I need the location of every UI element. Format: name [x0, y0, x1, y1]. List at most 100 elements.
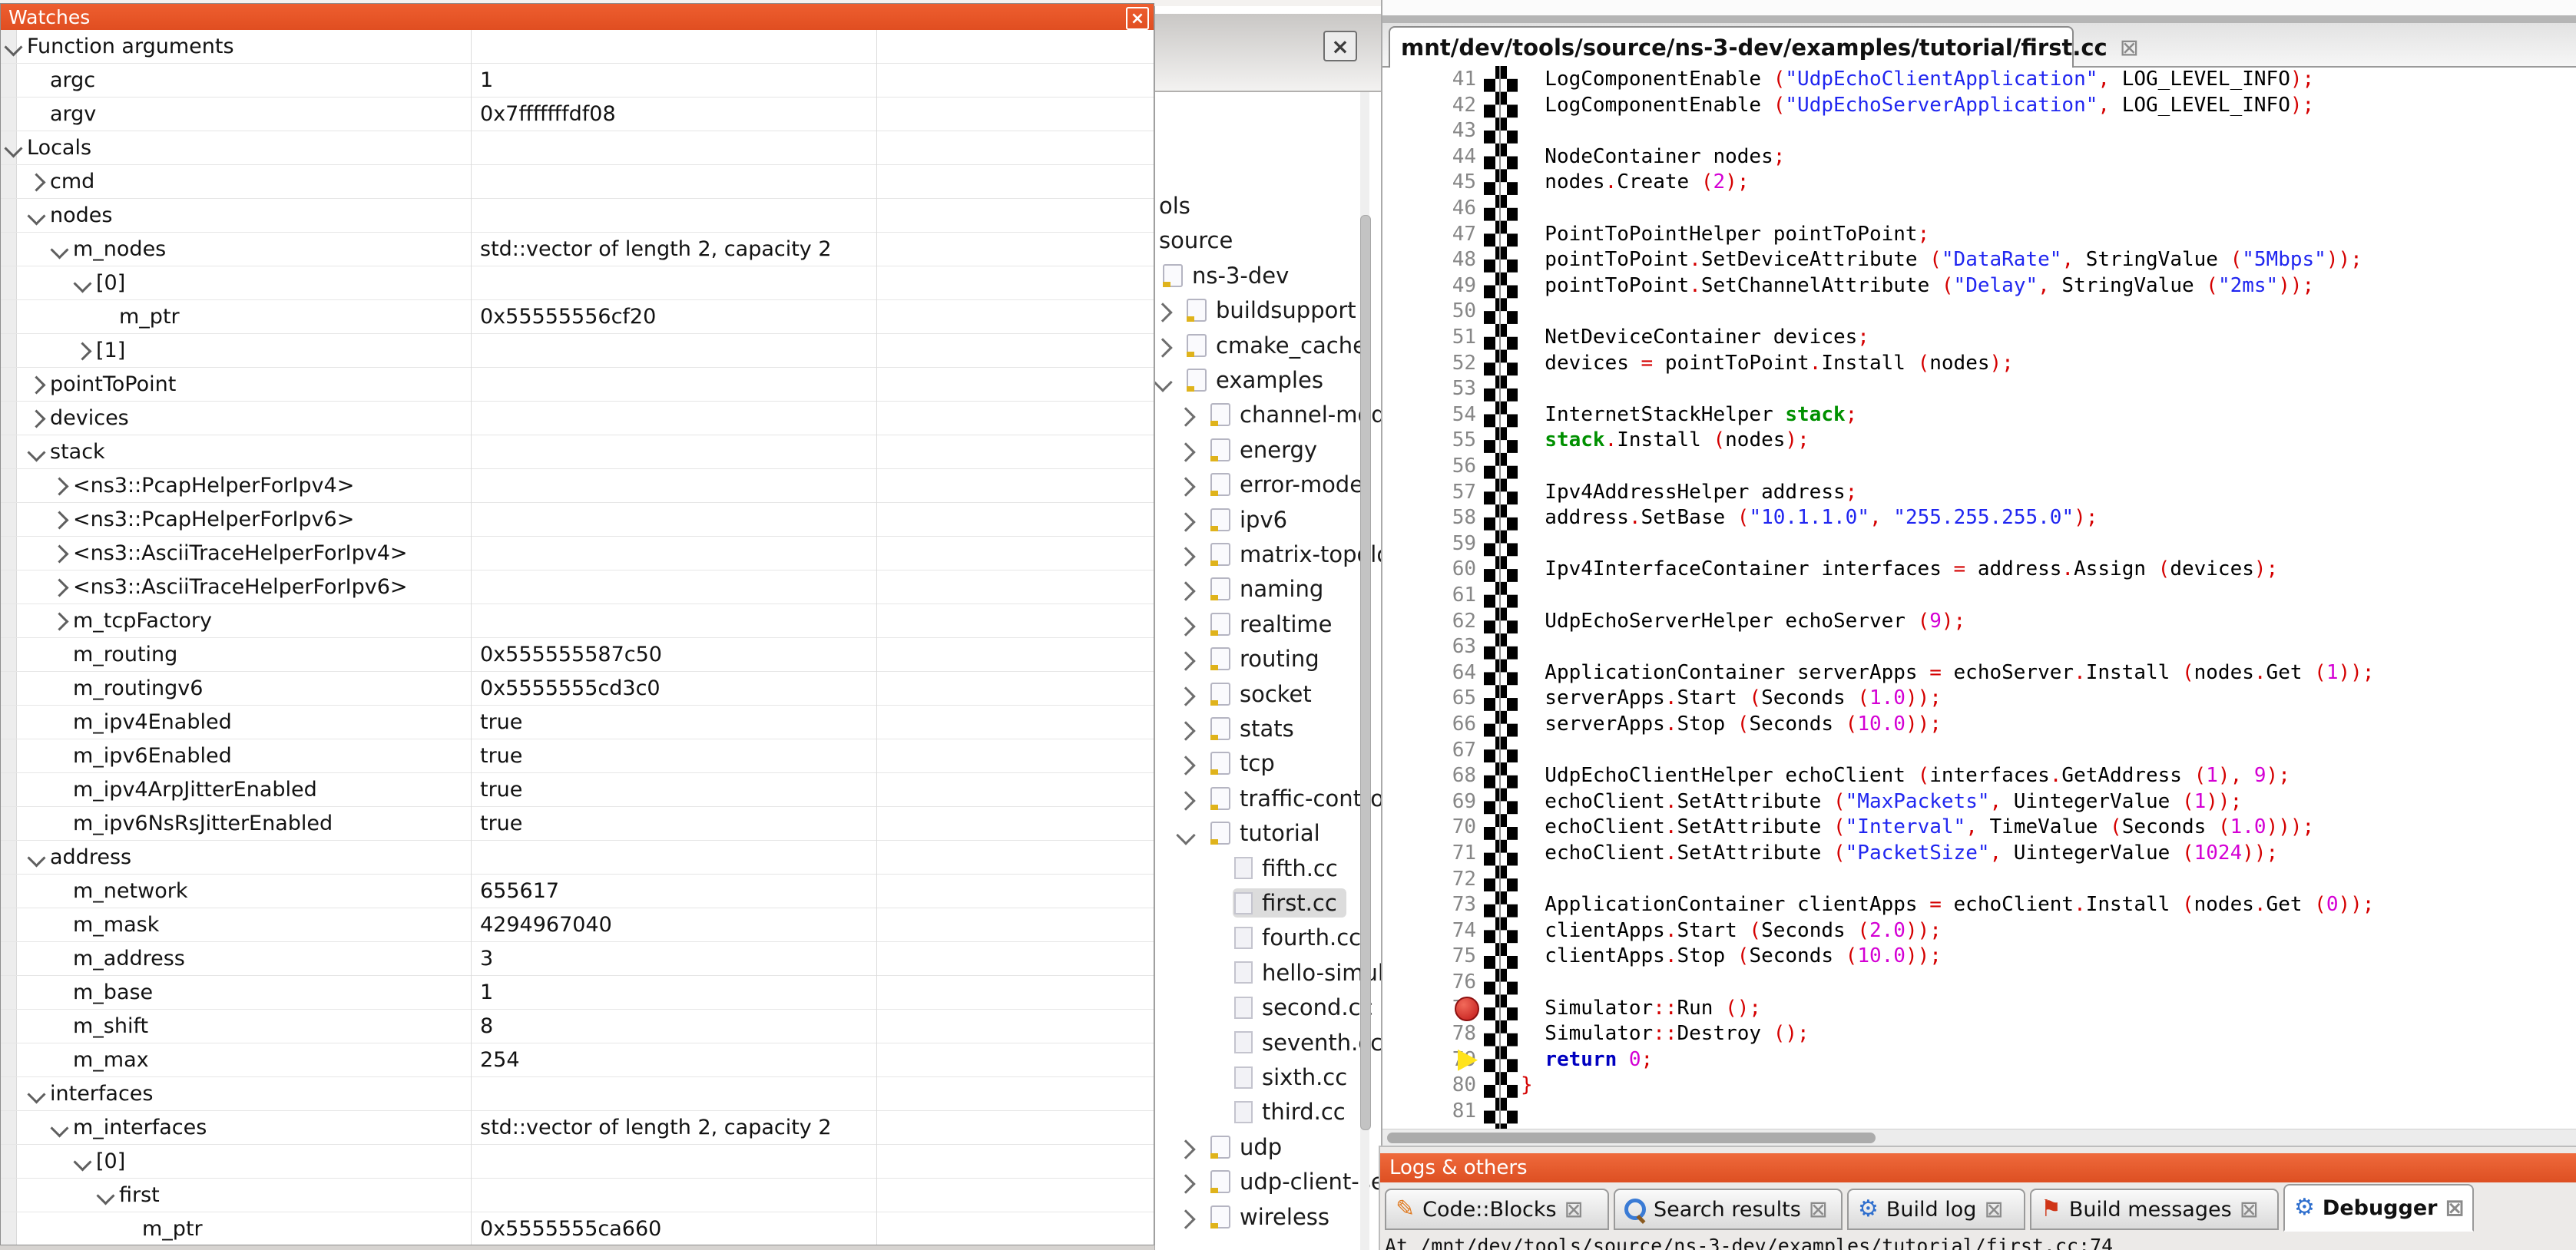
tree-item-inner[interactable]: stats	[1209, 714, 1303, 743]
chevron-right-icon[interactable]	[1176, 721, 1195, 740]
watch-row[interactable]: Locals	[1, 131, 1154, 165]
chevron-down-icon[interactable]	[1154, 372, 1173, 392]
code-line[interactable]: 76	[1382, 971, 2576, 997]
tree-item-inner[interactable]: third.cc	[1233, 1097, 1355, 1126]
watch-row[interactable]: m_interfacesstd::vector of length 2, cap…	[1, 1111, 1154, 1145]
watch-row[interactable]: <ns3::AsciiTraceHelperForIpv4>	[1, 537, 1154, 570]
log-tab-build-messages[interactable]: ⚑Build messages⊠	[2030, 1189, 2279, 1230]
editor-hscrollbar[interactable]	[1382, 1129, 2576, 1146]
code-line[interactable]: 41 LogComponentEnable ("UdpEchoClientApp…	[1382, 68, 2576, 94]
watch-row[interactable]: m_shift8	[1, 1010, 1154, 1043]
chevron-right-icon[interactable]	[1176, 442, 1195, 461]
chevron-down-icon[interactable]	[73, 1152, 91, 1171]
chevron-right-icon[interactable]	[1176, 582, 1195, 601]
tree-item[interactable]: socket	[1155, 679, 1382, 713]
watch-row[interactable]: [1]	[1, 334, 1154, 368]
chevron-down-icon[interactable]	[50, 240, 68, 259]
tree-item[interactable]: matrix-topolo	[1155, 539, 1382, 574]
code-line[interactable]: 62 UdpEchoServerHelper echoServer (9);	[1382, 610, 2576, 636]
tab-close-icon[interactable]: ⊠	[1809, 1196, 1828, 1223]
tree-item[interactable]: tcp	[1155, 748, 1382, 782]
log-tab-debugger[interactable]: ⚙Debugger⊠	[2283, 1184, 2474, 1232]
tree-item-inner[interactable]: ipv6	[1209, 505, 1296, 534]
code-line[interactable]: 43	[1382, 119, 2576, 145]
watch-row[interactable]: m_routing0x555555587c50	[1, 638, 1154, 672]
tree-item[interactable]: ols	[1155, 190, 1382, 225]
chevron-right-icon[interactable]	[50, 578, 68, 597]
chevron-right-icon[interactable]	[50, 612, 68, 630]
tree-item-inner[interactable]: hello-simul	[1233, 958, 1382, 987]
log-tab-build-log[interactable]: ⚙Build log⊠	[1847, 1189, 2025, 1230]
code-line[interactable]: 45 nodes.Create (2);	[1382, 170, 2576, 197]
tab-close-icon[interactable]: ⊠	[2445, 1195, 2464, 1222]
tree-item[interactable]: tutorial	[1155, 818, 1382, 852]
code-line[interactable]: 72	[1382, 868, 2576, 894]
watch-row[interactable]: <ns3::AsciiTraceHelperForIpv6>	[1, 570, 1154, 604]
chevron-right-icon[interactable]	[1154, 338, 1173, 357]
chevron-right-icon[interactable]	[50, 544, 68, 563]
tree-item[interactable]: fifth.cc	[1155, 853, 1382, 888]
chevron-down-icon[interactable]	[27, 1085, 45, 1103]
tab-close-icon[interactable]: ⊠	[2240, 1196, 2259, 1223]
code-line[interactable]: 51 NetDeviceContainer devices;	[1382, 326, 2576, 352]
chevron-down-icon[interactable]	[27, 848, 45, 867]
watch-row[interactable]: m_max254	[1, 1043, 1154, 1077]
code-line[interactable]: 68 UdpEchoClientHelper echoClient (inter…	[1382, 764, 2576, 790]
watch-row[interactable]: m_ipv4Enabledtrue	[1, 706, 1154, 739]
tree-item[interactable]: sixth.cc	[1155, 1062, 1382, 1096]
tree-scrollbar[interactable]	[1360, 92, 1369, 1250]
code-line[interactable]: 69 echoClient.SetAttribute ("MaxPackets"…	[1382, 790, 2576, 816]
chevron-right-icon[interactable]	[1176, 408, 1195, 427]
chevron-right-icon[interactable]	[27, 173, 45, 191]
code-line[interactable]: 61	[1382, 584, 2576, 610]
chevron-down-icon[interactable]	[27, 207, 45, 225]
chevron-right-icon[interactable]	[1176, 1139, 1195, 1159]
watch-row[interactable]: stack	[1, 435, 1154, 469]
chevron-right-icon[interactable]	[1176, 756, 1195, 775]
tab-close-icon[interactable]: ⊠	[1984, 1196, 2003, 1223]
code-line[interactable]: 60 Ipv4InterfaceContainer interfaces = a…	[1382, 557, 2576, 584]
watch-row[interactable]: m_nodesstd::vector of length 2, capacity…	[1, 233, 1154, 266]
watch-row[interactable]: m_ipv6Enabledtrue	[1, 739, 1154, 773]
watch-row[interactable]: m_address3	[1, 942, 1154, 976]
code-line[interactable]: 63	[1382, 635, 2576, 661]
code-line[interactable]: 78 Simulator::Destroy ();	[1382, 1022, 2576, 1048]
code-line[interactable]: 81	[1382, 1100, 2576, 1126]
watch-row[interactable]: devices	[1, 402, 1154, 435]
chevron-down-icon[interactable]	[4, 139, 22, 157]
watch-row[interactable]: cmd	[1, 165, 1154, 199]
tree-item[interactable]: source	[1155, 225, 1382, 260]
tree-item[interactable]: seventh.cc	[1155, 1027, 1382, 1062]
watch-row[interactable]: m_ipv4ArpJitterEnabledtrue	[1, 773, 1154, 807]
code-line[interactable]: 48 pointToPoint.SetDeviceAttribute ("Dat…	[1382, 248, 2576, 274]
code-line[interactable]: 79 return 0;	[1382, 1048, 2576, 1074]
tree-item[interactable]: traffic-contro	[1155, 783, 1382, 818]
tree-item[interactable]: channel-mode	[1155, 399, 1382, 434]
code-line[interactable]: 55 stack.Install (nodes);	[1382, 428, 2576, 455]
code-line[interactable]: 44 NodeContainer nodes;	[1382, 145, 2576, 171]
chevron-right-icon[interactable]	[27, 375, 45, 394]
code-line[interactable]: 64 ApplicationContainer serverApps = ech…	[1382, 661, 2576, 687]
editor-tab-close-icon[interactable]: ⊠	[2120, 35, 2139, 61]
watch-row[interactable]: m_tcpFactory	[1, 604, 1154, 638]
editor-tab[interactable]: mnt/dev/tools/source/ns-3-dev/examples/t…	[1389, 26, 2074, 68]
code-line[interactable]: 65 serverApps.Start (Seconds (1.0));	[1382, 686, 2576, 713]
tree-item[interactable]: routing	[1155, 643, 1382, 678]
tree-item-inner[interactable]: matrix-topolo	[1209, 540, 1382, 569]
code-line[interactable]: 52 devices = pointToPoint.Install (nodes…	[1382, 352, 2576, 378]
chevron-down-icon[interactable]	[4, 38, 22, 56]
chevron-right-icon[interactable]	[1176, 617, 1195, 636]
hscrollbar-thumb[interactable]	[1387, 1133, 1876, 1143]
tree-item-inner[interactable]: source	[1157, 226, 1242, 255]
code-line[interactable]: 66 serverApps.Stop (Seconds (10.0));	[1382, 713, 2576, 739]
watch-row[interactable]: m_ptr0x55555556cf20	[1, 300, 1154, 334]
tree-item[interactable]: examples	[1155, 365, 1382, 399]
tree-item-inner[interactable]: ols	[1157, 191, 1200, 220]
tree-item-inner[interactable]: energy	[1209, 435, 1326, 465]
watches-titlebar[interactable]: Watches ×	[1, 4, 1154, 30]
tree-item-inner[interactable]: traffic-contro	[1209, 784, 1382, 813]
code-line[interactable]: 56	[1382, 455, 2576, 481]
watch-row[interactable]: pointToPoint	[1, 368, 1154, 402]
code-line[interactable]: 53	[1382, 377, 2576, 403]
code-line[interactable]: 77 Simulator::Run ();	[1382, 997, 2576, 1023]
